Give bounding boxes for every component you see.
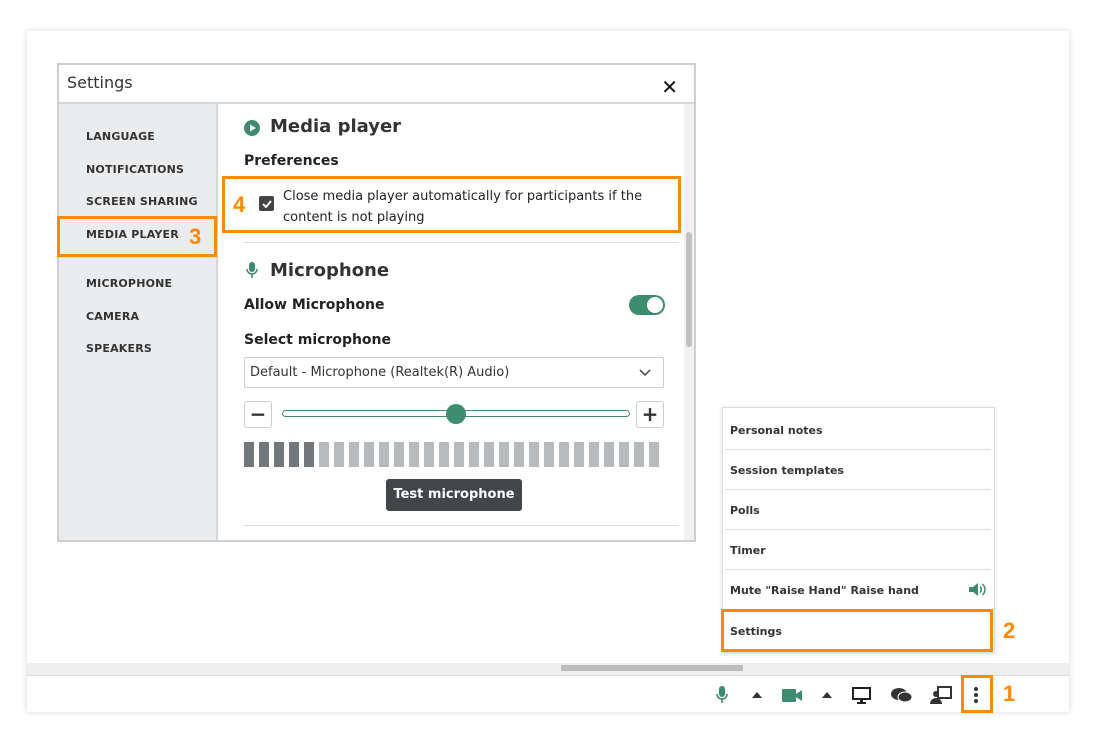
level-bar (454, 442, 464, 467)
settings-sidebar: LANGUAGE NOTIFICATIONS SCREEN SHARING ME… (59, 104, 218, 540)
callout-number-3: 3 (189, 224, 202, 249)
level-bar (604, 442, 614, 467)
level-bar (544, 442, 554, 467)
divider (244, 242, 679, 243)
scrollbar-thumb[interactable] (561, 665, 743, 671)
scrollbar-thumb[interactable] (686, 232, 692, 347)
test-microphone-button[interactable]: Test microphone (386, 479, 522, 511)
level-bar (379, 442, 389, 467)
caret-up-icon[interactable] (746, 684, 768, 706)
level-bar (559, 442, 569, 467)
level-bar (364, 442, 374, 467)
sidebar-item-microphone[interactable]: MICROPHONE (86, 277, 172, 290)
menu-item-session-templates[interactable]: Session templates (726, 450, 991, 490)
close-icon[interactable]: ✕ (661, 75, 678, 99)
volume-slider-thumb[interactable] (446, 404, 466, 424)
speaker-icon (969, 583, 986, 596)
level-bar (649, 442, 659, 467)
microphone-select[interactable]: Default - Microphone (Realtek(R) Audio) (244, 357, 664, 388)
level-bar (334, 442, 344, 467)
microphone-icon (246, 262, 258, 278)
settings-dialog: Settings ✕ LANGUAGE NOTIFICATIONS SCREEN… (57, 63, 696, 542)
microphone-icon[interactable] (711, 684, 733, 706)
menu-item-personal-notes[interactable]: Personal notes (726, 410, 991, 450)
chat-icon[interactable] (890, 684, 912, 706)
level-bar (304, 442, 314, 467)
callout-box-more (961, 675, 993, 713)
presenter-icon[interactable] (930, 684, 952, 706)
sidebar-item-speakers[interactable]: SPEAKERS (86, 342, 152, 355)
sidebar-item-notifications[interactable]: NOTIFICATIONS (86, 163, 184, 176)
vertical-scrollbar[interactable] (684, 104, 694, 540)
level-bar (529, 442, 539, 467)
microphone-select-value: Default - Microphone (Realtek(R) Audio) (250, 365, 510, 380)
level-bar (619, 442, 629, 467)
menu-item-polls[interactable]: Polls (726, 490, 991, 530)
level-bar (514, 442, 524, 467)
bottom-toolbar (27, 675, 1069, 712)
volume-increase-button[interactable]: + (636, 401, 664, 428)
microphone-heading: Microphone (270, 260, 390, 281)
preferences-label: Preferences (244, 153, 339, 169)
level-bar (634, 442, 644, 467)
divider (244, 525, 679, 526)
allow-microphone-label: Allow Microphone (244, 297, 385, 313)
volume-decrease-button[interactable]: − (244, 401, 272, 428)
callout-number-2: 2 (1003, 618, 1016, 643)
level-bar (589, 442, 599, 467)
media-player-heading: Media player (270, 116, 402, 137)
level-bar (274, 442, 284, 467)
sidebar-item-camera[interactable]: CAMERA (86, 310, 139, 323)
level-bar (394, 442, 404, 467)
menu-item-mute-raise-hand[interactable]: Mute "Raise Hand" Raise hand (726, 570, 991, 610)
level-bar (244, 442, 254, 467)
level-bar (349, 442, 359, 467)
caret-up-icon[interactable] (816, 684, 838, 706)
level-bar (499, 442, 509, 467)
level-bar (319, 442, 329, 467)
level-bar (439, 442, 449, 467)
chevron-down-icon (639, 369, 651, 376)
play-circle-icon (244, 120, 260, 136)
sidebar-item-screen-sharing[interactable]: SCREEN SHARING (86, 195, 198, 208)
callout-box-settings (721, 609, 993, 652)
dialog-header: Settings ✕ (59, 65, 694, 104)
camera-icon[interactable] (781, 684, 803, 706)
level-bar (409, 442, 419, 467)
dialog-title: Settings (67, 73, 133, 92)
level-bar (289, 442, 299, 467)
sidebar-item-language[interactable]: LANGUAGE (86, 130, 155, 143)
select-microphone-label: Select microphone (244, 332, 392, 348)
settings-content: Media player Preferences Close media pla… (220, 104, 686, 540)
level-bar (574, 442, 584, 467)
level-bar (259, 442, 269, 467)
menu-item-label: Mute "Raise Hand" Raise hand (730, 584, 919, 597)
menu-item-timer[interactable]: Timer (726, 530, 991, 570)
level-bar (424, 442, 434, 467)
screen-share-icon[interactable] (850, 684, 872, 706)
callout-box-checkbox (222, 176, 681, 233)
microphone-level-meter (244, 442, 664, 467)
level-bar (484, 442, 494, 467)
callout-number-1: 1 (1003, 681, 1016, 706)
level-bar (469, 442, 479, 467)
horizontal-scrollbar[interactable] (27, 663, 1069, 675)
callout-number-4: 4 (233, 192, 246, 217)
allow-microphone-toggle[interactable] (629, 295, 665, 315)
